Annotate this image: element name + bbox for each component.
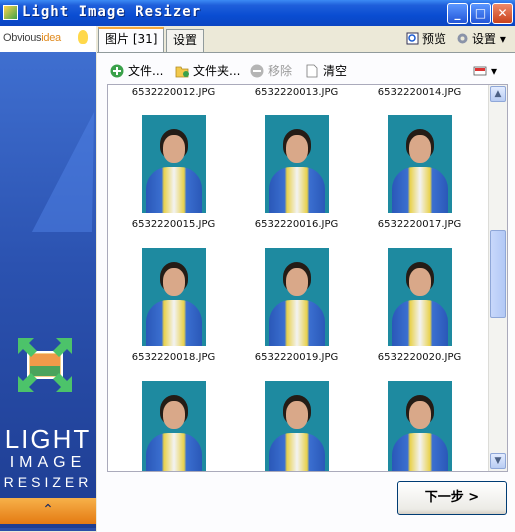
sidebar: Obviousidea LIGHT IMAGE RESIZER ⌃ (0, 26, 96, 531)
brand-line-resizer: RESIZER (3, 474, 93, 490)
thumbnail-item[interactable]: 6532220018.JPG (116, 248, 231, 363)
thumbnail-caption-top: 6532220012.JPG (131, 87, 216, 98)
remove-icon (250, 64, 264, 78)
tab-strip: 图片 [31] 设置 预览 设置 ▾ (96, 26, 515, 52)
tab-settings[interactable]: 设置 (166, 29, 205, 52)
brand-line-light: LIGHT (4, 424, 92, 454)
image-gallery[interactable]: 6532220012.JPG 6532220013.JPG 6532220014… (107, 84, 508, 472)
add-folder-label: 文件夹... (193, 64, 241, 78)
lightbulb-icon (78, 30, 88, 44)
images-panel: 文件... 文件夹... 移除 清空 ▾ 6532220012.JPG 6532… (97, 52, 515, 532)
student-photo[interactable] (387, 115, 452, 213)
obviousidea-logo: Obviousidea (3, 32, 61, 44)
app-icon (3, 5, 18, 20)
thumbnail-caption: 6532220015.JPG (131, 219, 216, 230)
student-photo[interactable] (141, 115, 206, 213)
scrollbar-thumb[interactable] (490, 230, 506, 318)
clear-label: 清空 (323, 64, 348, 78)
thumbnail-item[interactable]: 6532220017.JPG (362, 115, 477, 230)
settings-menu-label: 设置 ▾ (472, 32, 506, 46)
folder-add-icon (175, 66, 189, 78)
add-files-button[interactable]: 文件... (110, 62, 163, 82)
logo-bar: Obviousidea (0, 26, 96, 52)
student-photo[interactable] (264, 381, 329, 471)
thumbnail-caption: 6532220018.JPG (131, 352, 216, 363)
clear-button[interactable]: 清空 (305, 62, 347, 82)
thumbnail-caption: 6532220019.JPG (254, 352, 339, 363)
scroll-up-button[interactable]: ▲ (490, 86, 506, 102)
next-step-button[interactable]: 下一步 > (397, 481, 507, 515)
preview-icon (406, 32, 419, 45)
add-folder-button[interactable]: 文件夹... (175, 62, 240, 82)
student-photo[interactable] (387, 381, 452, 471)
thumbnail-item[interactable]: 6532220016.JPG (239, 115, 354, 230)
blank-page-icon (306, 64, 318, 78)
student-photo[interactable] (387, 248, 452, 346)
add-files-label: 文件... (128, 64, 164, 78)
vertical-scrollbar[interactable]: ▲ ▼ (488, 85, 507, 471)
thumbnail-item[interactable] (116, 381, 231, 471)
close-button[interactable]: ✕ (492, 3, 513, 24)
remove-button[interactable]: 移除 (250, 62, 292, 82)
maximize-button[interactable]: □ (470, 3, 491, 24)
thumbnail-caption: 6532220020.JPG (377, 352, 462, 363)
thumbnail-item[interactable]: 6532220019.JPG (239, 248, 354, 363)
thumbnail-item[interactable] (239, 381, 354, 471)
brand-line-image: IMAGE (9, 454, 87, 471)
thumbnail-caption: 6532220016.JPG (254, 219, 339, 230)
lightning-bolt-graphic (31, 112, 96, 232)
thumbnail-item[interactable] (362, 381, 477, 471)
thumbnail-caption: 6532220017.JPG (377, 219, 462, 230)
student-photo[interactable] (264, 115, 329, 213)
tab-images[interactable]: 图片 [31] (98, 27, 165, 52)
student-photo[interactable] (141, 381, 206, 471)
toolbar: 文件... 文件夹... 移除 清空 ▾ (107, 62, 507, 82)
thumbnail-item[interactable]: 6532220015.JPG (116, 115, 231, 230)
resize-logo-icon (18, 338, 72, 392)
settings-menu-button[interactable]: 设置 ▾ (456, 30, 506, 47)
gear-icon (457, 33, 468, 44)
add-icon (110, 64, 124, 78)
student-photo[interactable] (141, 248, 206, 346)
student-photo[interactable] (264, 248, 329, 346)
scroll-down-button[interactable]: ▼ (490, 453, 506, 469)
title-bar: Light Image Resizer _ □ ✕ (0, 0, 515, 26)
thumbnail-view-icon (473, 66, 487, 76)
thumbnail-caption-top: 6532220013.JPG (254, 87, 339, 98)
minimize-button[interactable]: _ (447, 3, 468, 24)
remove-label: 移除 (268, 64, 293, 78)
preview-label: 预览 (422, 32, 447, 46)
collapse-button[interactable]: ⌃ (0, 498, 96, 524)
view-mode-button[interactable]: ▾ (473, 62, 497, 82)
window-title: Light Image Resizer (22, 4, 202, 20)
preview-button[interactable]: 预览 (406, 30, 446, 47)
thumbnail-item[interactable]: 6532220020.JPG (362, 248, 477, 363)
thumbnail-caption-top: 6532220014.JPG (377, 87, 462, 98)
view-mode-dropdown-arrow: ▾ (491, 64, 498, 78)
